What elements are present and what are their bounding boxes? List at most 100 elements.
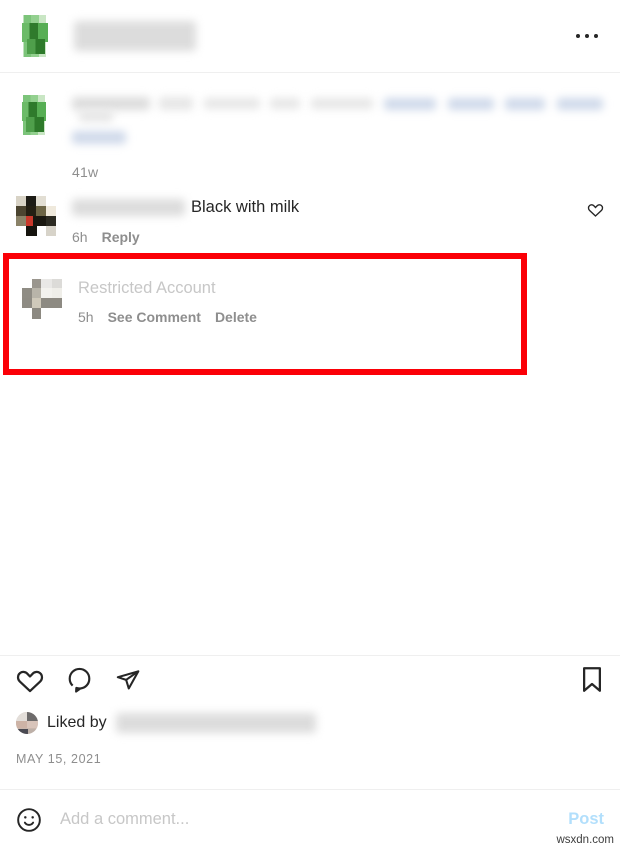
- liker-avatar: [16, 712, 38, 734]
- post-action-bar: [0, 656, 620, 697]
- redacted-caption-segment: [270, 98, 301, 109]
- restricted-comment-row: Restricted Account 5h See Comment Delete: [0, 253, 620, 325]
- pixel: [16, 206, 26, 216]
- comment-input[interactable]: [60, 810, 559, 829]
- redacted-liker-names: [115, 713, 316, 733]
- post-caption-row: 41w: [0, 73, 620, 180]
- pixel: [46, 206, 56, 216]
- caption-author-avatar[interactable]: [16, 95, 56, 135]
- comment-text-line: Black with milk: [72, 197, 587, 218]
- redacted-caption-segment: [72, 131, 126, 144]
- pixel: [22, 279, 32, 288]
- pixel: [33, 216, 46, 226]
- share-post-button[interactable]: [115, 667, 141, 693]
- pixel: [27, 712, 38, 721]
- caption-body: 41w: [72, 95, 604, 180]
- comment-meta: 6h Reply: [72, 229, 587, 245]
- restricted-comment-section: Restricted Account 5h See Comment Delete: [0, 253, 620, 375]
- pixel: [36, 206, 46, 216]
- emoji-picker-button[interactable]: [16, 807, 42, 833]
- pixel: [40, 279, 52, 288]
- redacted-caption-segment: [310, 98, 373, 109]
- heart-icon: [587, 204, 604, 217]
- pixel: [40, 307, 62, 319]
- restricted-comment-meta: 5h See Comment Delete: [78, 309, 257, 325]
- pixel: [22, 298, 32, 308]
- pixel: [40, 298, 62, 308]
- redacted-caption-mention: [384, 97, 437, 110]
- pixel: [52, 279, 62, 288]
- pixel: [27, 720, 38, 729]
- see-comment-button[interactable]: See Comment: [108, 309, 201, 325]
- redacted-username-bar: [74, 21, 196, 51]
- restricted-comment-body: Restricted Account 5h See Comment Delete: [78, 279, 257, 325]
- post-date: MAY 15, 2021: [16, 752, 102, 766]
- pixel: [26, 206, 36, 216]
- redacted-caption-mention: [505, 97, 546, 110]
- post-author-avatar[interactable]: [16, 15, 58, 57]
- comment-message: Black with milk: [191, 198, 300, 216]
- pixel: [46, 226, 56, 236]
- pixel: [26, 196, 36, 206]
- pixel: [22, 287, 32, 299]
- dot-icon: [576, 34, 580, 38]
- redacted-caption-mention: [447, 97, 494, 110]
- pixel: [32, 287, 41, 299]
- reply-button[interactable]: Reply: [102, 229, 140, 245]
- pixel: [37, 226, 46, 236]
- pixel: [16, 226, 26, 236]
- like-post-button[interactable]: [16, 667, 44, 693]
- pixel: [36, 196, 46, 206]
- caption-redacted-text: [72, 97, 604, 144]
- dot-icon: [585, 34, 589, 38]
- comment-composer: Post: [0, 790, 620, 849]
- pixel: [32, 298, 41, 308]
- pixel: [52, 287, 62, 299]
- pixel: [32, 307, 41, 319]
- pixel: [46, 196, 56, 206]
- pixel: [32, 279, 41, 288]
- comment-author-avatar[interactable]: [16, 196, 56, 236]
- instagram-post-comments-panel: 41w Black with milk 6h Reply Restricted …: [0, 0, 620, 849]
- post-comment-button[interactable]: Post: [558, 810, 604, 829]
- comment-row: Black with milk 6h Reply: [0, 180, 620, 245]
- watermark-text: wsxdn.com: [556, 834, 614, 846]
- comment-like-button[interactable]: [587, 196, 604, 222]
- restricted-account-label: Restricted Account: [78, 279, 216, 297]
- caption-timestamp: 41w: [72, 164, 99, 180]
- heart-icon: [16, 670, 44, 692]
- post-header: [0, 0, 620, 73]
- liked-by-prefix: Liked by: [47, 714, 107, 731]
- post-author-username-redacted[interactable]: [74, 21, 196, 51]
- post-options-button[interactable]: [570, 24, 604, 48]
- save-post-button[interactable]: [580, 666, 604, 693]
- pixel: [16, 728, 29, 734]
- restricted-account-avatar[interactable]: [22, 279, 62, 319]
- pixel: [28, 728, 38, 734]
- bookmark-icon: [583, 667, 601, 692]
- pixel: [26, 226, 38, 236]
- liked-by-row[interactable]: Liked by: [16, 712, 316, 734]
- restricted-comment-timestamp: 5h: [78, 309, 94, 325]
- redacted-comment-username: [72, 199, 185, 217]
- speech-bubble-icon: [68, 667, 91, 693]
- pixel: [22, 307, 32, 319]
- redacted-caption-segment: [203, 98, 260, 109]
- comment-timestamp: 6h: [72, 229, 88, 245]
- redacted-caption-segment: [159, 97, 194, 110]
- dot-icon: [594, 34, 598, 38]
- paper-plane-icon: [116, 669, 140, 689]
- redacted-caption-segment: [72, 97, 150, 110]
- smiley-face-icon: [17, 807, 41, 832]
- comment-post-button[interactable]: [66, 666, 93, 693]
- pixel: [40, 287, 52, 299]
- pixel: [16, 720, 27, 729]
- pixel: [16, 196, 26, 206]
- pixel: [16, 712, 27, 721]
- pixel: [16, 216, 26, 226]
- delete-comment-button[interactable]: Delete: [215, 309, 257, 325]
- redacted-caption-segment: [79, 110, 113, 122]
- redacted-caption-mention: [556, 97, 603, 110]
- pixel: [26, 216, 34, 226]
- comment-body: Black with milk 6h Reply: [72, 196, 587, 245]
